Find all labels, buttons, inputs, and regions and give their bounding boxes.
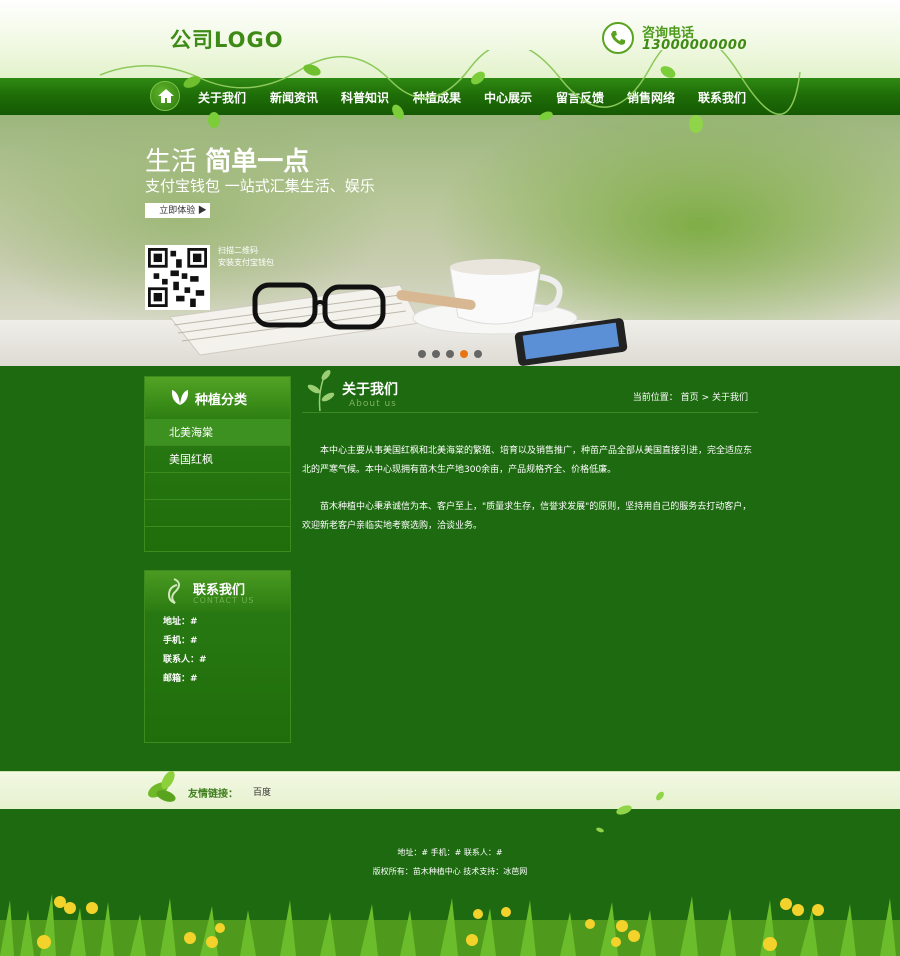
phone-icon — [602, 22, 634, 54]
contact-address: 地址：# — [163, 617, 198, 627]
floating-leaves-decoration — [596, 791, 664, 833]
contact-panel-subtitle: CONTACT US — [193, 596, 255, 605]
banner-title: 生活 简单一点 — [145, 141, 309, 178]
category-item-empty — [145, 473, 290, 500]
category-panel-header: 种植分类 — [145, 377, 290, 419]
nav-item-showcase[interactable]: 中心展示 — [484, 89, 532, 106]
friend-link-baidu[interactable]: 百度 — [253, 785, 271, 798]
nav-item-news[interactable]: 新闻资讯 — [270, 89, 318, 106]
category-panel-title: 种植分类 — [195, 393, 248, 408]
home-icon[interactable] — [150, 81, 180, 111]
contact-person: 联系人：# — [163, 655, 207, 665]
footer-contact: 地址：# 手机：# 联系人：# — [397, 848, 503, 857]
page-subtitle: About us — [349, 399, 397, 409]
grass-flowers-decoration — [0, 894, 900, 956]
content-header: 关于我们 About us 当前位置： 首页 > 关于我们 — [302, 370, 758, 413]
nav-item-about[interactable]: 关于我们 — [198, 89, 246, 106]
friend-links-label: 友情链接： — [188, 789, 238, 800]
banner-subtitle: 支付宝钱包 一站式汇集生活、娱乐 — [145, 177, 375, 195]
leaf-icon — [171, 390, 189, 405]
main-nav: 关于我们 新闻资讯 科普知识 种植成果 中心展示 留言反馈 销售网络 联系我们 — [0, 78, 900, 115]
slide-dot[interactable] — [418, 350, 426, 358]
breadcrumb-home[interactable]: 首页 — [681, 393, 699, 403]
content-paragraph: 本中心主要从事美国红枫和北美海棠的繁殖、培育以及销售推广，种苗产品全部从美国直接… — [302, 446, 753, 475]
breadcrumb: 当前位置： 首页 > 关于我们 — [633, 390, 748, 403]
contact-panel: 联系我们 CONTACT US 地址：# 手机：# 联系人：# 邮箱：# — [144, 570, 291, 743]
header: 公司LOGO 咨询电话 13000000000 — [0, 0, 900, 78]
company-logo[interactable]: 公司LOGO — [170, 24, 284, 54]
nav-item-contact[interactable]: 联系我们 — [698, 89, 746, 106]
breadcrumb-label: 当前位置： — [632, 393, 678, 403]
content-paragraph: 苗木种植中心秉承诚信为本、客户至上，"质量求生存，信誉求发展"的原则，坚持用自己… — [302, 502, 752, 531]
contact-email: 邮箱：# — [163, 674, 198, 684]
page-title: 关于我们 — [342, 382, 398, 398]
friend-links-bar: 友情链接： 百度 — [0, 770, 900, 809]
nav-item-sales[interactable]: 销售网络 — [627, 89, 675, 106]
category-panel: 种植分类 北美海棠 美国红枫 — [144, 376, 291, 552]
banner-title-bold: 简单一点 — [205, 147, 310, 177]
slide-pager — [418, 350, 482, 358]
footer-copyright: 版权所有：苗木种植中心 技术支持：冰芭网 — [372, 867, 528, 876]
leaves-icon — [148, 770, 176, 802]
slide-dot[interactable] — [446, 350, 454, 358]
swirl-icon — [167, 578, 180, 604]
category-item[interactable]: 北美海棠 — [145, 419, 290, 446]
category-item-empty — [145, 500, 290, 527]
slide-dot[interactable] — [474, 350, 482, 358]
sprout-icon — [307, 370, 335, 412]
coffee-newspaper-illustration — [169, 259, 628, 366]
nav-item-results[interactable]: 种植成果 — [413, 89, 461, 106]
breadcrumb-current[interactable]: 关于我们 — [712, 393, 748, 403]
slide-dot-active[interactable] — [460, 350, 468, 358]
banner-title-plain: 生活 — [145, 147, 198, 177]
contact-mobile: 手机：# — [163, 636, 198, 646]
breadcrumb-separator: > — [701, 393, 710, 403]
nav-item-science[interactable]: 科普知识 — [341, 89, 389, 106]
category-item[interactable]: 美国红枫 — [145, 446, 290, 473]
nav-item-feedback[interactable]: 留言反馈 — [556, 89, 604, 106]
contact-panel-header: 联系我们 CONTACT US — [145, 571, 290, 611]
category-item-empty — [145, 527, 290, 554]
hero-banner: 生活 简单一点 支付宝钱包 一站式汇集生活、娱乐 立即体验 ▶ 扫描二维码 安装… — [0, 115, 900, 366]
try-now-button[interactable]: 立即体验 ▶ — [145, 203, 210, 218]
phone-number: 13000000000 — [642, 38, 747, 53]
slide-dot[interactable] — [432, 350, 440, 358]
